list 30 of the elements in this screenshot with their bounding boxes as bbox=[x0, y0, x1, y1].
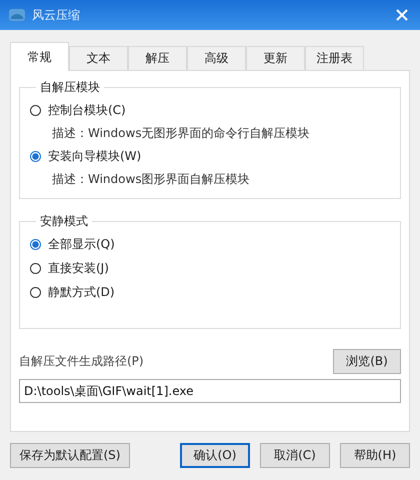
path-field[interactable]: D:\tools\桌面\GIF\wait[1].exe bbox=[19, 379, 401, 403]
tab[interactable]: 更新 bbox=[246, 46, 305, 70]
tab[interactable]: 常规 bbox=[10, 42, 69, 71]
radio-option[interactable]: 直接安装(J) bbox=[30, 256, 390, 280]
radio-button[interactable] bbox=[30, 238, 41, 250]
radio-button[interactable] bbox=[30, 286, 41, 298]
tab[interactable]: 文本 bbox=[69, 46, 128, 70]
radio-button[interactable] bbox=[30, 104, 41, 116]
radio-option[interactable]: 静默方式(D) bbox=[30, 280, 390, 304]
tab[interactable]: 注册表 bbox=[305, 46, 364, 70]
app-icon bbox=[8, 7, 26, 23]
group-title: 安静模式 bbox=[39, 213, 89, 230]
radio-button[interactable] bbox=[30, 262, 41, 274]
ok-button[interactable]: 确认(O) bbox=[180, 443, 250, 468]
radio-option[interactable]: 全部显示(Q) bbox=[30, 232, 390, 256]
description-text: 描述：Windows无图形界面的命令行自解压模块 bbox=[51, 124, 311, 142]
radio-option[interactable]: 安装向导模块(W) bbox=[30, 144, 390, 168]
tab[interactable]: 解压 bbox=[128, 46, 187, 70]
path-label: 自解压文件生成路径(P) bbox=[19, 353, 144, 370]
radio-button[interactable] bbox=[30, 150, 41, 162]
close-icon[interactable] bbox=[396, 9, 408, 21]
save-default-button[interactable]: 保存为默认配置(S) bbox=[10, 443, 130, 468]
description-text: 描述：Windows图形界面自解压模块 bbox=[51, 170, 251, 188]
radio-option[interactable]: 控制台模块(C) bbox=[30, 98, 390, 122]
help-button[interactable]: 帮助(H) bbox=[340, 443, 410, 468]
window-title: 风云压缩 bbox=[32, 6, 81, 24]
cancel-button[interactable]: 取消(C) bbox=[260, 443, 330, 468]
tab[interactable]: 高级 bbox=[187, 46, 246, 70]
group-title: 自解压模块 bbox=[39, 79, 101, 96]
browse-button[interactable]: 浏览(B) bbox=[333, 349, 401, 374]
